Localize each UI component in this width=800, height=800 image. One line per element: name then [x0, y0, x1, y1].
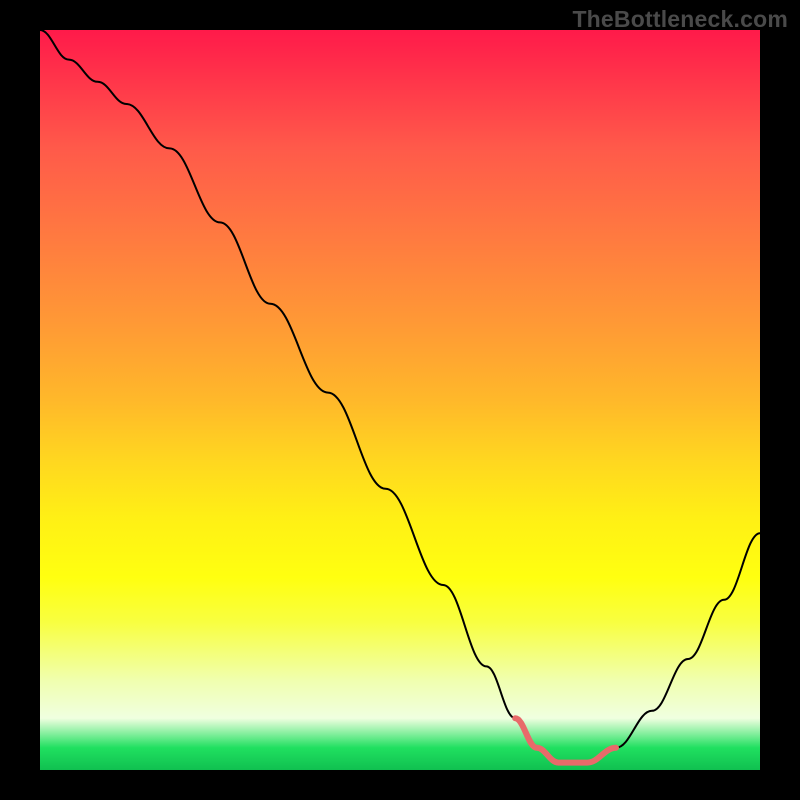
watermark-text: TheBottleneck.com	[572, 6, 788, 33]
valley-marker	[515, 718, 616, 762]
chart-svg	[40, 30, 760, 770]
bottleneck-curve	[40, 30, 760, 763]
chart-plot-area	[40, 30, 760, 770]
